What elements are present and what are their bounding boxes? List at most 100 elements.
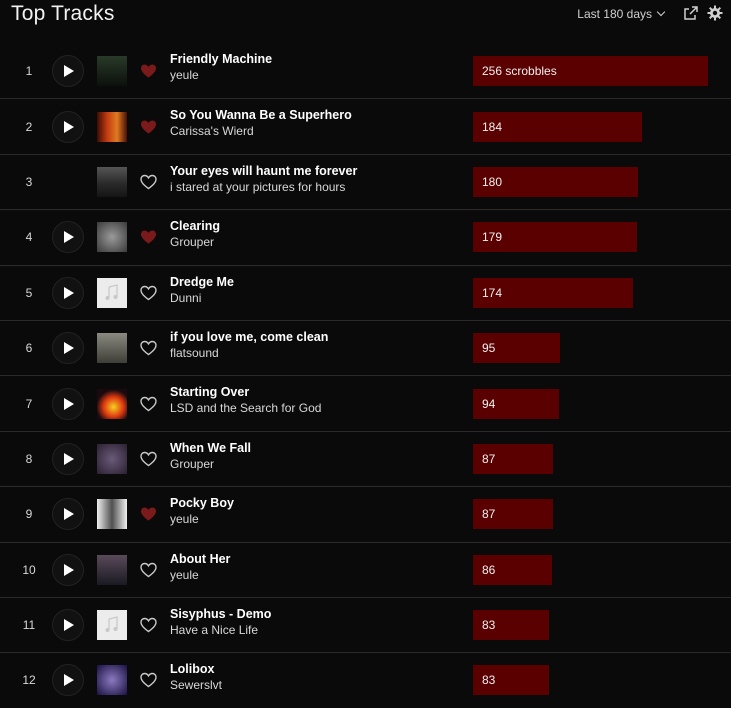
artist-name[interactable]: Sewerslvt [170, 678, 222, 692]
play-icon [64, 120, 74, 133]
play-button[interactable] [52, 54, 84, 87]
track-title[interactable]: Dredge Me [170, 275, 234, 289]
scrobble-bar[interactable]: 94 [473, 388, 559, 419]
play-button[interactable] [52, 276, 84, 309]
scrobble-count: 179 [482, 230, 503, 245]
scrobble-count: 95 [482, 341, 496, 356]
play-icon [64, 64, 74, 77]
share-icon[interactable] [683, 5, 699, 21]
play-button[interactable] [52, 609, 84, 642]
period-dropdown[interactable]: Last 180 days [577, 7, 666, 21]
track-title[interactable]: Your eyes will haunt me forever [170, 164, 357, 178]
track-row: 1 Friendly Machine yeule 256 scrobbles [0, 43, 731, 98]
track-title[interactable]: When We Fall [170, 441, 251, 455]
chevron-down-icon [656, 7, 666, 17]
heart-outline-icon[interactable] [140, 562, 157, 578]
track-title[interactable]: Clearing [170, 219, 220, 233]
track-row: 5 Dredge Me Dunni 174 [0, 264, 731, 320]
track-row: 3 Your eyes will haunt me forever i star… [0, 153, 731, 209]
artist-name[interactable]: Grouper [170, 235, 214, 249]
play-button[interactable] [52, 221, 84, 254]
track-title[interactable]: Pocky Boy [170, 496, 234, 510]
heart-outline-icon[interactable] [140, 340, 157, 356]
scrobble-bar[interactable]: 256 scrobbles [473, 55, 708, 86]
scrobble-bar[interactable]: 95 [473, 333, 560, 364]
play-button[interactable] [52, 664, 84, 697]
loved-heart-icon[interactable] [140, 63, 157, 78]
play-icon [64, 674, 74, 687]
artist-name[interactable]: Carissa's Wierd [170, 124, 254, 138]
album-art[interactable] [97, 443, 127, 474]
album-art[interactable] [97, 55, 127, 86]
scrobble-bar[interactable]: 86 [473, 554, 552, 585]
rank-number: 8 [25, 451, 33, 466]
heart-outline-icon[interactable] [140, 673, 157, 688]
album-art[interactable] [97, 499, 127, 530]
artist-name[interactable]: Dunni [170, 291, 201, 305]
heart-outline-icon[interactable] [140, 174, 157, 190]
album-art[interactable] [97, 554, 127, 585]
artist-name[interactable]: yeule [170, 512, 199, 526]
play-button[interactable] [52, 110, 84, 143]
rank-number: 4 [25, 230, 33, 245]
scrobble-bar[interactable]: 179 [473, 222, 637, 253]
heart-outline-icon[interactable] [140, 451, 157, 467]
scrobble-bar[interactable]: 180 [473, 166, 638, 197]
artist-name[interactable]: Have a Nice Life [170, 623, 258, 637]
track-row: 6 if you love me, come clean flatsound 9… [0, 319, 731, 375]
play-button[interactable] [52, 553, 84, 586]
album-art[interactable] [97, 610, 127, 641]
play-icon [64, 342, 74, 355]
track-row: 4 Clearing Grouper 179 [0, 209, 731, 264]
scrobble-count: 83 [482, 673, 496, 688]
music-note-icon [105, 283, 118, 300]
album-art[interactable] [97, 277, 127, 308]
scrobble-bar[interactable]: 83 [473, 665, 549, 696]
heart-outline-icon[interactable] [140, 617, 157, 633]
track-title[interactable]: Starting Over [170, 385, 249, 399]
track-title[interactable]: So You Wanna Be a Superhero [170, 108, 352, 122]
scrobble-bar[interactable]: 184 [473, 111, 642, 142]
scrobble-bar[interactable]: 174 [473, 277, 633, 308]
artist-name[interactable]: yeule [170, 68, 199, 82]
track-title[interactable]: if you love me, come clean [170, 330, 328, 344]
play-icon [64, 231, 74, 244]
track-row: 12 Lolibox Sewerslvt 83 [0, 652, 731, 707]
album-art[interactable] [97, 166, 127, 197]
album-art[interactable] [97, 111, 127, 142]
track-row: 9 Pocky Boy yeule 87 [0, 486, 731, 541]
album-art[interactable] [97, 388, 127, 419]
album-art[interactable] [97, 665, 127, 696]
track-title[interactable]: About Her [170, 552, 230, 566]
artist-name[interactable]: yeule [170, 568, 199, 582]
track-title[interactable]: Lolibox [170, 662, 214, 676]
play-button[interactable] [52, 498, 84, 531]
scrobble-count: 256 scrobbles [482, 63, 557, 78]
album-art[interactable] [97, 222, 127, 253]
loved-heart-icon[interactable] [140, 507, 157, 522]
play-button[interactable] [52, 387, 84, 420]
track-title[interactable]: Sisyphus - Demo [170, 607, 271, 621]
play-icon [64, 563, 74, 576]
rank-number: 1 [25, 63, 33, 78]
heart-outline-icon[interactable] [140, 396, 157, 411]
artist-name[interactable]: LSD and the Search for God [170, 401, 321, 415]
play-button[interactable] [52, 442, 84, 475]
scrobble-bar[interactable]: 87 [473, 499, 553, 530]
scrobble-bar[interactable]: 83 [473, 610, 549, 641]
artist-name[interactable]: Grouper [170, 457, 214, 471]
rank-number: 2 [25, 119, 33, 134]
album-art[interactable] [97, 333, 127, 364]
artist-name[interactable]: i stared at your pictures for hours [170, 180, 345, 194]
loved-heart-icon[interactable] [140, 230, 157, 245]
artist-name[interactable]: flatsound [170, 346, 219, 360]
heart-outline-icon[interactable] [140, 285, 157, 301]
play-button[interactable] [52, 332, 84, 365]
play-icon [64, 619, 74, 632]
track-title[interactable]: Friendly Machine [170, 52, 272, 66]
rank-number: 10 [22, 562, 36, 577]
scrobble-bar[interactable]: 87 [473, 443, 553, 474]
track-list: 1 Friendly Machine yeule 256 scrobbles 2… [0, 43, 731, 708]
loved-heart-icon[interactable] [140, 119, 157, 134]
gear-icon[interactable] [707, 5, 723, 21]
